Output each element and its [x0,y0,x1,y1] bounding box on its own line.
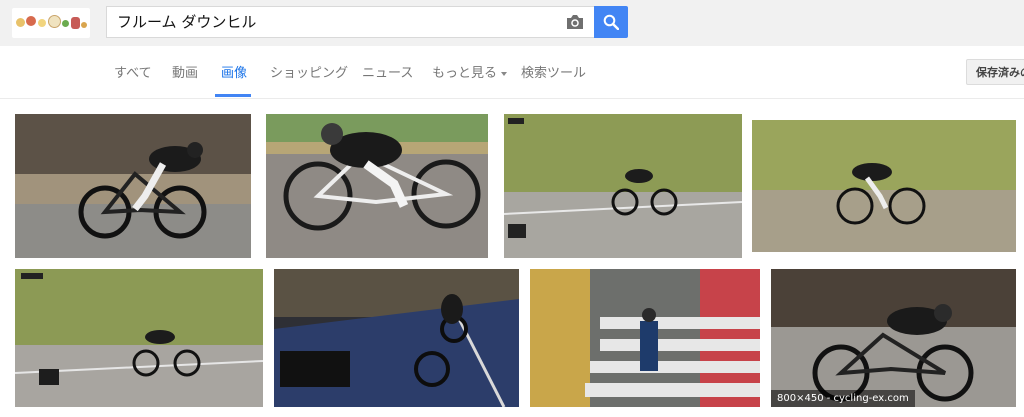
cyclist-photo-4 [752,120,1016,252]
chevron-down-icon [501,71,508,76]
search-box[interactable]: フルーム ダウンヒル [106,6,594,38]
saved-images-button[interactable]: 保存済みの [966,59,1024,85]
magnifier-icon [603,14,619,30]
image-result-2[interactable] [266,114,488,258]
tab-all[interactable]: すべて [114,62,152,81]
cyclist-photo-8 [771,269,1016,407]
tab-more-label: もっと見る [432,66,498,81]
google-doodle-logo[interactable] [12,8,90,38]
active-tab-indicator [215,94,251,97]
tab-news[interactable]: ニュース [362,62,413,81]
image-result-3[interactable] [504,114,742,258]
tab-more[interactable]: もっと見る [432,62,508,81]
search-input[interactable]: フルーム ダウンヒル [117,12,256,32]
cyclist-photo-1 [15,114,251,258]
image-result-4[interactable] [752,120,1016,252]
cyclist-photo-2 [266,114,488,258]
cyclist-photo-3 [504,114,742,258]
tab-images[interactable]: 画像 [221,62,247,81]
cyclist-photo-5 [15,269,263,407]
image-result-1[interactable] [15,114,251,258]
image-results-grid: 800×450 - cycling-ex.com [0,99,1024,417]
cyclist-photo-6 [274,269,519,407]
camera-icon[interactable] [566,14,584,30]
image-size-source-caption: 800×450 - cycling-ex.com [771,390,915,407]
header-bar: フルーム ダウンヒル [0,0,1024,46]
image-result-5[interactable] [15,269,263,407]
search-tabs: すべて 動画 画像 ショッピング ニュース もっと見る 検索ツール 保存済みの [0,46,1024,99]
tab-shopping[interactable]: ショッピング [270,62,348,81]
tab-search-tools[interactable]: 検索ツール [521,62,586,81]
image-result-8[interactable]: 800×450 - cycling-ex.com [771,269,1016,407]
search-button[interactable] [594,6,628,38]
cyclist-photo-7 [530,269,760,407]
tab-videos[interactable]: 動画 [172,62,198,81]
image-result-7[interactable] [530,269,760,407]
image-result-6[interactable] [274,269,519,407]
